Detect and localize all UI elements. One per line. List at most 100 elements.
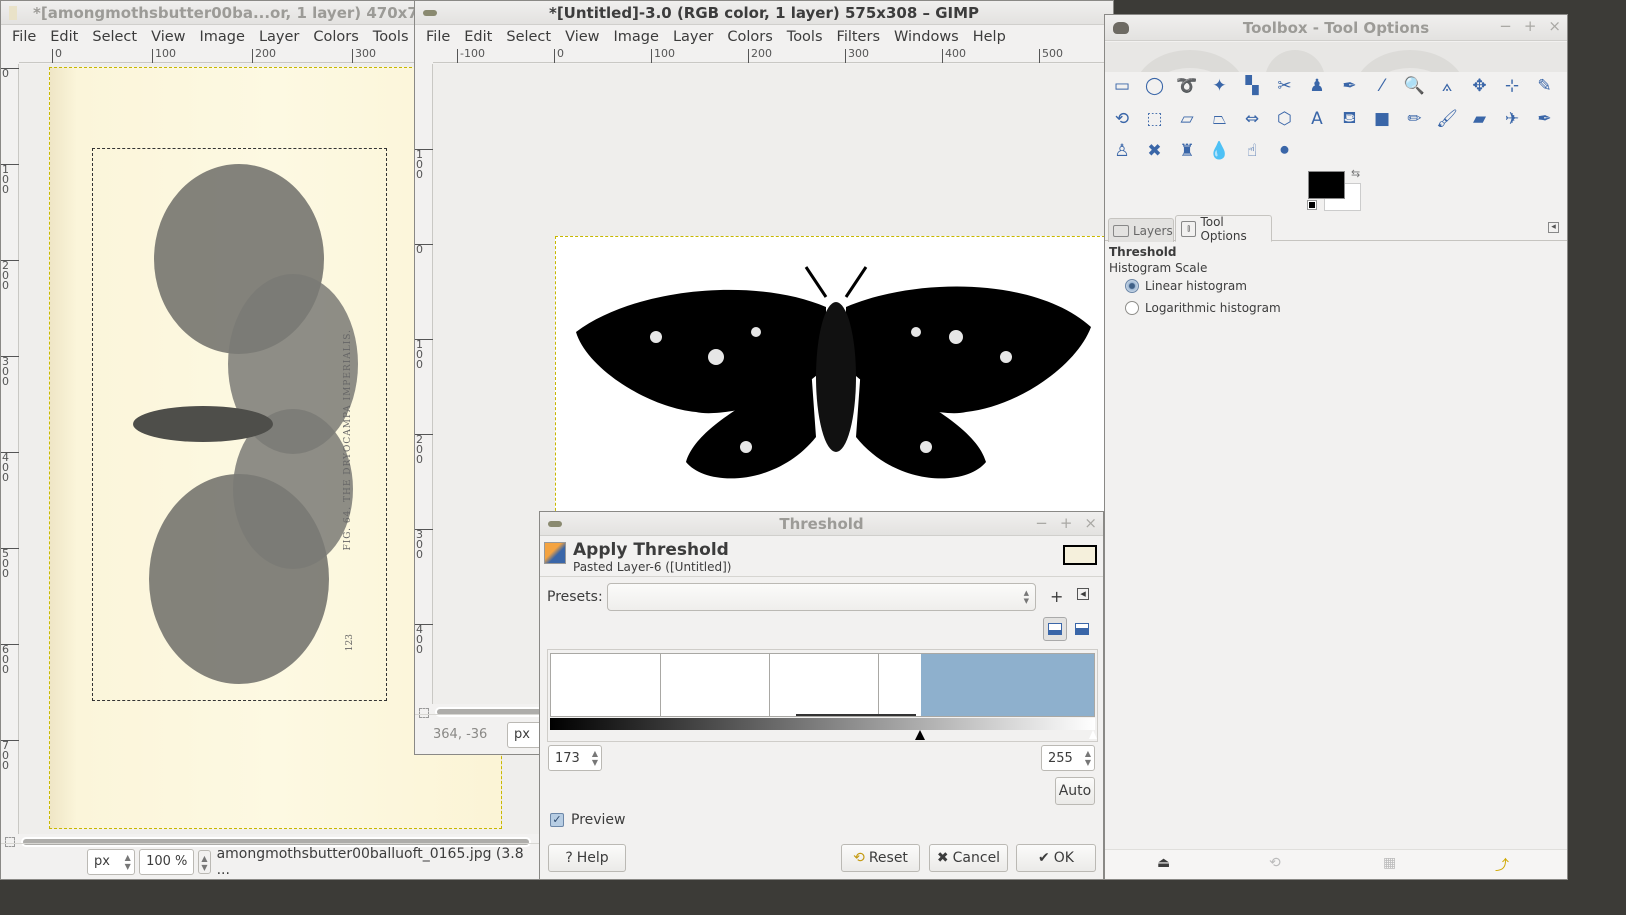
airbrush-tool[interactable]: ✈	[1498, 105, 1526, 133]
preset-menu-icon[interactable]: ◂	[1077, 588, 1089, 600]
middle-menu-layer[interactable]: Layer	[666, 29, 720, 45]
dodge-burn-tool[interactable]: ⚫	[1271, 137, 1299, 165]
middle-vertical-ruler[interactable]: 100 0 100 200 300 400	[415, 64, 433, 704]
middle-menu-file[interactable]: File	[419, 29, 457, 45]
unit-selector[interactable]: px ▲ ▼	[87, 848, 135, 875]
ink-tool[interactable]: ✒	[1531, 105, 1559, 133]
middle-menu-image[interactable]: Image	[607, 29, 666, 45]
high-threshold-input[interactable]: 255 ▲ ▼	[1041, 745, 1095, 771]
cage-transform-tool[interactable]: ⬡	[1271, 105, 1299, 133]
align-tool[interactable]: ⊹	[1498, 72, 1526, 100]
toolbox-titlebar[interactable]: Toolbox - Tool Options − + ×	[1105, 15, 1567, 41]
blur-sharpen-tool[interactable]: 💧	[1206, 137, 1234, 165]
dock-menu-icon[interactable]: ◂	[1548, 222, 1559, 233]
left-menu-colors[interactable]: Colors	[306, 29, 365, 45]
heal-tool[interactable]: ✖	[1141, 137, 1169, 165]
cancel-button[interactable]: ✖ Cancel	[929, 844, 1008, 872]
high-threshold-handle[interactable]	[1089, 730, 1097, 739]
ellipse-select-tool[interactable]: ◯	[1141, 72, 1169, 100]
zoom-input[interactable]: 100 %	[138, 848, 195, 875]
delete-options-icon[interactable]: ▦	[1383, 855, 1396, 871]
foreground-color-swatch[interactable]	[1308, 171, 1345, 199]
tab-layers[interactable]: Layers	[1108, 218, 1174, 242]
foreground-select-tool[interactable]: ♟	[1303, 72, 1331, 100]
presets-combo[interactable]: ▲ ▼	[607, 583, 1036, 611]
rotate-tool[interactable]: ⟲	[1108, 105, 1136, 133]
radio-linear-histogram[interactable]: Linear histogram	[1125, 279, 1247, 293]
reset-options-icon[interactable]: ⤴	[1495, 855, 1509, 875]
add-preset-icon[interactable]: +	[1050, 587, 1063, 606]
dock-tabs: Layers ⫾ Tool Options ◂	[1105, 215, 1567, 243]
radio-logarithmic-histogram[interactable]: Logarithmic histogram	[1125, 301, 1281, 315]
preview-checkbox[interactable]: ✓ Preview	[550, 812, 626, 828]
zoom-spin-arrows[interactable]: ▲ ▼	[198, 849, 211, 874]
histogram-view[interactable]	[550, 653, 1095, 717]
middle-menu-colors[interactable]: Colors	[720, 29, 779, 45]
middle-menu-select[interactable]: Select	[499, 29, 558, 45]
bucket-fill-tool[interactable]: ⛾	[1336, 105, 1364, 133]
smudge-tool[interactable]: ☝	[1238, 137, 1266, 165]
ok-button[interactable]: ✔ OK	[1016, 844, 1096, 872]
color-picker-tool[interactable]: ⁄	[1368, 72, 1396, 100]
left-menu-layer[interactable]: Layer	[252, 29, 306, 45]
left-menu-view[interactable]: View	[144, 29, 192, 45]
left-menu-select[interactable]: Select	[85, 29, 144, 45]
scale-tool[interactable]: ⬚	[1141, 105, 1169, 133]
linear-histogram-button[interactable]	[1043, 617, 1067, 641]
help-button[interactable]: ? Help	[548, 844, 626, 872]
tab-tool-options[interactable]: ⫾ Tool Options	[1175, 215, 1272, 243]
clone-tool[interactable]: ♙	[1108, 137, 1136, 165]
fuzzy-select-tool[interactable]: ✦	[1206, 72, 1234, 100]
close-icon[interactable]: ×	[1084, 514, 1097, 532]
left-menu-tools[interactable]: Tools	[366, 29, 416, 45]
perspective-clone-tool[interactable]: ♜	[1173, 137, 1201, 165]
log-histogram-button[interactable]	[1070, 617, 1094, 641]
flip-tool[interactable]: ⇔	[1238, 105, 1266, 133]
crop-tool[interactable]: ✎	[1531, 72, 1559, 100]
middle-unit-selector[interactable]: px	[507, 721, 543, 748]
threshold-titlebar[interactable]: Threshold − + ×	[540, 512, 1103, 536]
rect-select-tool[interactable]: ▭	[1108, 72, 1136, 100]
middle-window-titlebar[interactable]: *[Untitled]-3.0 (RGB color, 1 layer) 575…	[415, 1, 1113, 25]
free-select-tool[interactable]: ➰	[1173, 72, 1201, 100]
swap-colors-icon[interactable]: ⇆	[1351, 167, 1360, 180]
left-menu-edit[interactable]: Edit	[43, 29, 85, 45]
ruler-tick-label: 300	[352, 48, 376, 63]
middle-menu-tools[interactable]: Tools	[780, 29, 830, 45]
maximize-icon[interactable]: +	[1524, 17, 1537, 35]
select-by-color-tool[interactable]: ▚	[1238, 72, 1266, 100]
left-menu-image[interactable]: Image	[193, 29, 252, 45]
move-tool[interactable]: ✥	[1466, 72, 1494, 100]
text-tool[interactable]: A	[1303, 105, 1331, 133]
eraser-tool[interactable]: ▰	[1466, 105, 1494, 133]
auto-button[interactable]: Auto	[1055, 777, 1095, 805]
pencil-tool[interactable]: ✏	[1401, 105, 1429, 133]
paintbrush-tool[interactable]: 🖌	[1433, 105, 1461, 133]
middle-menu-view[interactable]: View	[558, 29, 606, 45]
low-threshold-handle[interactable]	[914, 730, 925, 740]
blend-tool[interactable]: ■	[1368, 105, 1396, 133]
minimize-icon[interactable]: −	[1035, 514, 1048, 532]
middle-menu-edit[interactable]: Edit	[457, 29, 499, 45]
scissors-tool[interactable]: ✂	[1271, 72, 1299, 100]
middle-menu-help[interactable]: Help	[966, 29, 1013, 45]
default-colors-icon[interactable]	[1307, 200, 1317, 210]
shear-tool[interactable]: ▱	[1173, 105, 1201, 133]
middle-horizontal-ruler[interactable]: -100 0 100 200 300 400 500	[433, 48, 1113, 63]
close-icon[interactable]: ×	[1548, 17, 1561, 35]
measure-tool[interactable]: ⟑	[1433, 72, 1461, 100]
minimize-icon[interactable]: −	[1499, 17, 1512, 35]
reset-button[interactable]: ⟲ Reset	[841, 844, 920, 872]
wilber-drop-area[interactable]	[1105, 42, 1567, 72]
save-options-icon[interactable]: ⏏	[1157, 855, 1170, 871]
middle-menu-windows[interactable]: Windows	[887, 29, 966, 45]
paths-tool[interactable]: ✒	[1336, 72, 1364, 100]
maximize-icon[interactable]: +	[1060, 514, 1073, 532]
perspective-tool[interactable]: ⏢	[1206, 105, 1234, 133]
left-vertical-ruler[interactable]: 0 100 200 300 400 500 600 700	[1, 64, 19, 834]
left-menu-file[interactable]: File	[5, 29, 43, 45]
restore-options-icon[interactable]: ⟲	[1269, 855, 1281, 871]
low-threshold-input[interactable]: 173 ▲ ▼	[548, 745, 602, 771]
zoom-tool[interactable]: 🔍	[1401, 72, 1429, 100]
middle-menu-filters[interactable]: Filters	[830, 29, 887, 45]
